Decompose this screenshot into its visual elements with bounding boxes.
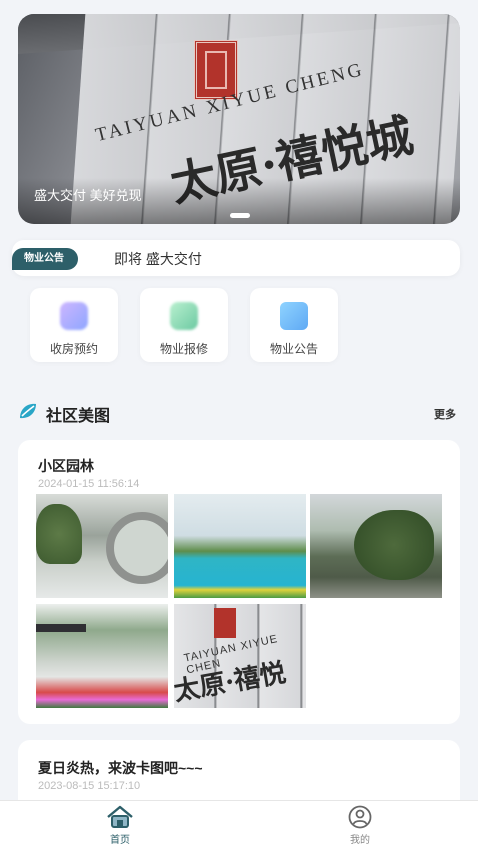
quick-entry-move-in[interactable]: 收房预约 <box>30 288 118 362</box>
quick-entry-repair[interactable]: 物业报修 <box>140 288 228 362</box>
banner-caption: 盛大交付 美好兑现 <box>34 188 142 203</box>
user-icon <box>348 805 372 829</box>
calendar-icon <box>60 302 88 330</box>
photo-thumbnail[interactable]: TAIYUAN XIYUE CHEN 太原·禧悦城 <box>174 604 306 708</box>
post-title: 小区园林 <box>38 458 94 474</box>
tab-bar: 首页 我的 <box>0 800 478 850</box>
quick-entry-announcement[interactable]: 物业公告 <box>250 288 338 362</box>
photo-thumbnail[interactable] <box>36 604 168 708</box>
banner-carousel[interactable]: TAIYUAN XIYUE CHENG 太原·禧悦城 盛大交付 美好兑现 <box>18 14 460 224</box>
home-icon <box>107 805 133 828</box>
notice-text[interactable]: 即将 盛大交付 <box>114 249 202 269</box>
tab-label: 首页 <box>110 835 130 846</box>
photo-thumbnail[interactable] <box>36 494 168 598</box>
section-title: 社区美图 <box>46 408 111 425</box>
seal-logo <box>214 608 236 638</box>
more-link[interactable]: 更多 <box>434 406 456 422</box>
leaf-icon <box>20 403 36 419</box>
repair-icon <box>170 302 198 330</box>
quick-entry-label: 收房预约 <box>49 342 98 356</box>
quick-entry-label: 物业报修 <box>159 342 208 356</box>
post-time: 2023-08-15 15:17:10 <box>38 780 141 792</box>
post-title: 夏日炎热，来波卡图吧~~~ <box>38 760 203 776</box>
photo-thumbnail[interactable] <box>310 494 442 598</box>
announcement-icon <box>280 302 308 330</box>
photo-thumbnail[interactable] <box>174 494 306 598</box>
tab-mine[interactable]: 我的 <box>330 805 390 850</box>
quick-entry-label: 物业公告 <box>269 342 318 356</box>
post-card[interactable]: 小区园林 2024-01-15 11:56:14 TAIYUAN XIYUE C… <box>18 440 460 724</box>
notice-bar[interactable]: 物业公告 即将 盛大交付 <box>12 240 460 276</box>
notice-tag: 物业公告 <box>12 248 78 270</box>
tab-home[interactable]: 首页 <box>90 805 150 850</box>
post-time: 2024-01-15 11:56:14 <box>38 478 140 490</box>
carousel-indicator[interactable] <box>230 213 250 218</box>
tab-label: 我的 <box>350 835 370 846</box>
